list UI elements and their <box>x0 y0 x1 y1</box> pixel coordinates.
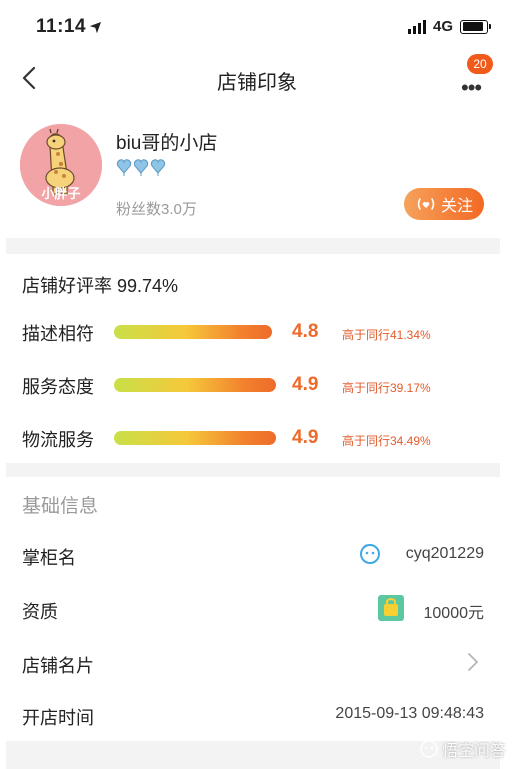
heart-level-icon <box>150 159 166 176</box>
rating-label: 服务态度 <box>22 377 94 397</box>
info-label: 店铺名片 <box>22 656 94 676</box>
heart-level-icon <box>133 159 149 176</box>
basic-info-section: 基础信息 掌柜名 cyq201229 资质 10000元 店铺名片 开店时间 2… <box>6 477 500 741</box>
shop-card: 小胖子 biu哥的小店 粉丝数3.0万 关注 <box>6 106 500 238</box>
location-arrow-icon: ➤ <box>86 15 109 38</box>
section-divider <box>6 463 500 477</box>
chat-face-icon[interactable] <box>358 542 382 566</box>
status-time-text: 11:14 <box>36 16 87 37</box>
signal-icon <box>407 19 426 34</box>
rating-bar <box>114 325 272 339</box>
broadcast-heart-icon <box>417 198 435 210</box>
rating-bar <box>114 378 276 392</box>
rating-compare: 高于同行41.34% <box>342 328 431 342</box>
rating-score: 4.8 <box>292 321 319 342</box>
rating-score: 4.9 <box>292 374 319 395</box>
info-row-shop-card[interactable]: 店铺名片 <box>6 637 500 691</box>
status-bar: 11:14➤ 4G <box>0 0 514 52</box>
follow-label: 关注 <box>440 198 473 215</box>
page-title: 店铺印象 <box>217 72 297 94</box>
avatar-text: 小胖子 <box>41 186 81 201</box>
basic-info-header: 基础信息 <box>22 496 99 517</box>
rating-score: 4.9 <box>292 427 319 448</box>
network-type: 4G <box>432 18 453 35</box>
shopping-bag-icon[interactable] <box>378 595 404 621</box>
follow-button[interactable]: 关注 <box>404 188 484 220</box>
watermark-text: 悟空问答 <box>441 743 506 760</box>
shop-name: biu哥的小店 <box>116 133 218 154</box>
notification-badge: 20 <box>467 54 493 74</box>
info-row-open-time: 开店时间 2015-09-13 09:48:43 <box>6 689 500 743</box>
rating-compare: 高于同行34.49% <box>342 434 431 448</box>
more-dots-icon: ••• <box>461 75 482 100</box>
more-button[interactable]: 20 ••• <box>458 54 493 100</box>
status-time: 11:14➤ <box>36 15 108 38</box>
info-row-shopkeeper[interactable]: 掌柜名 cyq201229 <box>6 529 500 583</box>
section-divider <box>6 238 500 254</box>
fans-count: 粉丝数3.0万 <box>116 201 197 218</box>
nav-bar: 店铺印象 20 ••• <box>0 52 514 106</box>
rating-label: 物流服务 <box>22 430 94 450</box>
info-value: 2015-09-13 09:48:43 <box>335 705 484 722</box>
info-row-qualification[interactable]: 资质 10000元 <box>6 583 500 637</box>
rating-bar <box>114 431 276 445</box>
battery-icon <box>460 19 491 34</box>
rating-section: 店铺好评率 99.74% 描述相符 4.8 高于同行41.34% 服务态度 4.… <box>6 254 500 463</box>
shop-level-badges <box>116 158 166 176</box>
heart-level-icon <box>116 159 132 176</box>
chevron-right-icon[interactable] <box>466 651 480 673</box>
wukong-logo-icon <box>420 740 438 758</box>
avatar[interactable]: 小胖子 <box>20 124 102 206</box>
info-label: 开店时间 <box>22 708 94 728</box>
positive-rate: 店铺好评率 99.74% <box>22 276 179 296</box>
info-value: cyq201229 <box>405 545 484 562</box>
status-indicators: 4G <box>407 18 491 35</box>
rating-label: 描述相符 <box>22 324 94 344</box>
info-label: 掌柜名 <box>22 548 76 568</box>
info-value: 10000元 <box>423 605 485 622</box>
watermark: 悟空问答 <box>420 737 506 761</box>
rating-compare: 高于同行39.17% <box>342 381 431 395</box>
info-label: 资质 <box>22 602 58 622</box>
